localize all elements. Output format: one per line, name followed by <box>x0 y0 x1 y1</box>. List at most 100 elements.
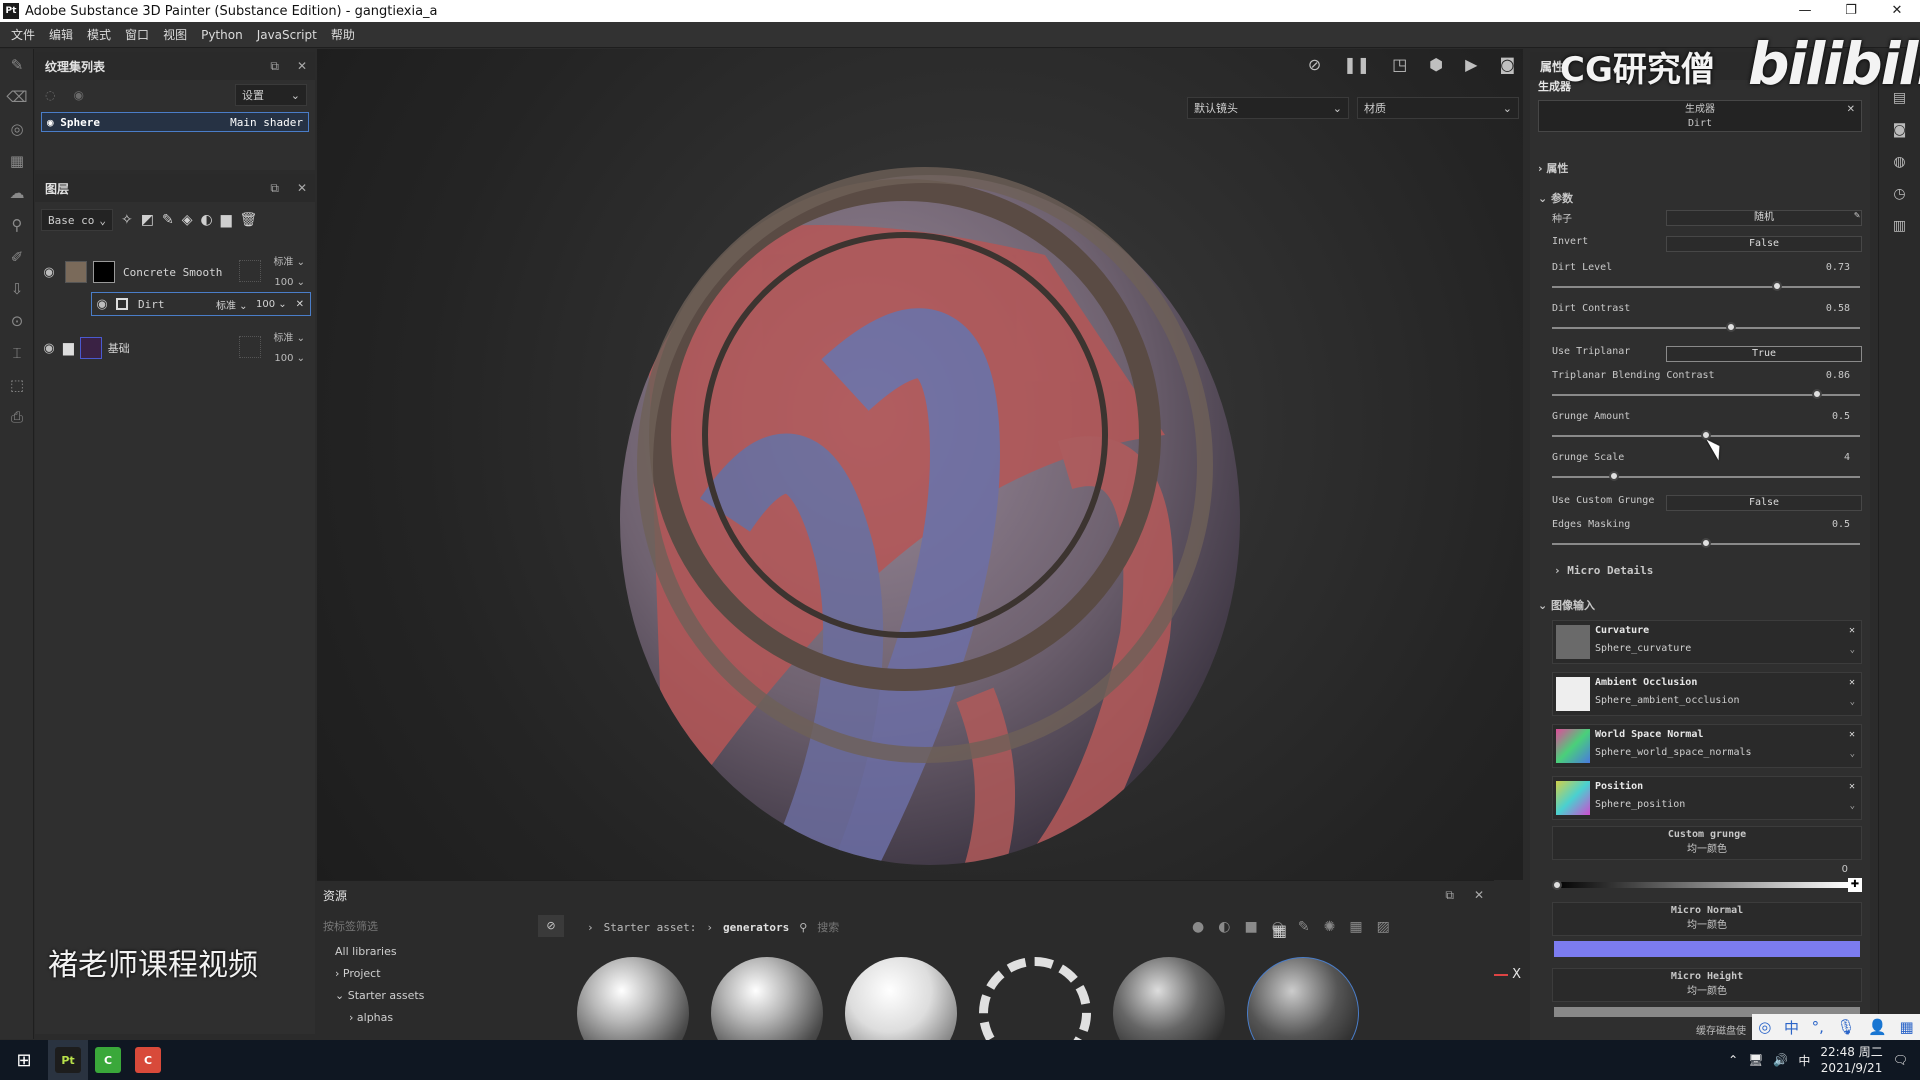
display-settings-icon[interactable]: ◙ <box>1879 114 1920 146</box>
taskbar-substance-painter[interactable]: Pt <box>48 1040 88 1080</box>
notification-icon[interactable]: 🗨 <box>1893 1053 1908 1067</box>
menu-file[interactable]: 文件 <box>11 26 35 43</box>
mask-filter-icon[interactable]: ■ <box>1244 919 1257 935</box>
invert-toggle[interactable]: False <box>1666 236 1862 252</box>
camera-dropdown[interactable]: 默认镜头 ⌄ <box>1187 97 1349 119</box>
close-icon[interactable]: ✕ <box>297 181 307 196</box>
add-paint-layer-icon[interactable]: ✎ <box>162 212 174 228</box>
network-icon[interactable]: 🖥 <box>1748 1053 1763 1067</box>
close-icon[interactable]: ✕ <box>1847 103 1855 117</box>
grid-view-icon[interactable]: ▦ <box>1272 921 1287 940</box>
eye-icon[interactable]: ◉ <box>92 297 112 312</box>
add-mask-icon[interactable]: ◩ <box>141 212 154 228</box>
gradient-handle[interactable] <box>1552 880 1562 890</box>
input-position[interactable]: Position Sphere_position ✕ ⌄ <box>1552 776 1862 820</box>
menu-window[interactable]: 窗口 <box>125 26 149 43</box>
layer-dirt[interactable]: ◉ Dirt 标准 ⌄ 100 ⌄ ✕ <box>91 292 311 316</box>
user-icon[interactable]: 👤 <box>1868 1018 1887 1036</box>
slider-track[interactable] <box>1552 476 1860 478</box>
param-value[interactable]: 0.73 <box>1826 262 1850 273</box>
history-icon[interactable]: ◷ <box>1879 178 1920 210</box>
menu-javascript[interactable]: JavaScript <box>257 28 317 42</box>
clock[interactable]: 22:48 周二 2021/9/21 <box>1820 1044 1882 1076</box>
param-value[interactable]: 0.5 <box>1832 519 1850 530</box>
library-alphas[interactable]: › alphas <box>317 1007 572 1029</box>
breadcrumb-generators[interactable]: generators <box>723 921 789 934</box>
chevron-down-icon[interactable]: ⌄ <box>1850 645 1855 655</box>
add-smart-material-icon[interactable]: ◐ <box>200 212 212 228</box>
color-picker-icon[interactable]: ✐ <box>0 241 34 273</box>
chevron-down-icon[interactable]: ⌄ <box>1850 749 1855 759</box>
custom-grunge-slot[interactable]: Custom grunge 均一颜色 <box>1552 826 1862 860</box>
smudge-icon[interactable]: ☁ <box>0 177 34 209</box>
eye-icon[interactable]: ◉ <box>47 116 60 129</box>
generator-selector[interactable]: 生成器 Dirt ✕ <box>1538 100 1862 132</box>
grid-icon[interactable]: ▦ <box>1899 1018 1913 1036</box>
pause-icon[interactable]: ❚❚ <box>1343 55 1370 74</box>
menu-mode[interactable]: 模式 <box>87 26 111 43</box>
microphone-icon[interactable]: 🎙 <box>1837 1018 1856 1036</box>
screenshot-icon[interactable]: ◙ <box>1499 55 1515 74</box>
projection-icon[interactable]: ◎ <box>0 113 34 145</box>
material-filter-icon[interactable]: ● <box>1192 919 1204 935</box>
hide-overlay-icon[interactable]: ⊘ <box>1308 55 1321 74</box>
param-value[interactable]: 0.5 <box>1832 411 1850 422</box>
environment-filter-icon[interactable]: ▨ <box>1377 919 1390 935</box>
delete-icon[interactable]: 🗑 <box>239 212 257 228</box>
measure-icon[interactable]: ⌶ <box>0 337 34 369</box>
cube-icon[interactable]: ⬢ <box>1429 55 1443 74</box>
breadcrumb-starter[interactable]: Starter asset: <box>604 921 697 934</box>
float-icon[interactable]: ⧉ <box>270 59 279 74</box>
minimize-button[interactable]: — <box>1782 0 1828 22</box>
section-params[interactable]: ⌄ 参数 <box>1530 190 1870 206</box>
section-attributes[interactable]: › 属性 <box>1530 160 1870 176</box>
search-icon[interactable]: ⚲ <box>799 921 807 934</box>
menu-help[interactable]: 帮助 <box>331 26 355 43</box>
ime-logo-icon[interactable]: ◎ <box>1758 1018 1771 1036</box>
bake-icon[interactable]: ⇩ <box>0 273 34 305</box>
add-effect-icon[interactable]: ✧ <box>121 212 133 228</box>
library-starter-assets[interactable]: ⌄ Starter assets <box>317 985 572 1007</box>
polygon-fill-icon[interactable]: ▦ <box>0 145 34 177</box>
slider-handle[interactable] <box>1771 281 1782 291</box>
opacity-value[interactable]: 100 ⌄ <box>274 272 305 294</box>
color-picker-icon[interactable]: ✚ <box>1848 878 1862 892</box>
float-icon[interactable]: ⧉ <box>270 181 279 196</box>
input-curvature[interactable]: Curvature Sphere_curvature ✕ ⌄ <box>1552 620 1862 664</box>
close-icon[interactable]: ✕ <box>1849 729 1855 740</box>
param-value[interactable]: 4 <box>1844 452 1850 463</box>
chevron-down-icon[interactable]: ⌄ <box>1850 697 1855 707</box>
close-icon[interactable]: ✕ <box>1849 677 1855 688</box>
taskbar-camtasia-red[interactable]: C <box>128 1040 168 1080</box>
maximize-button[interactable]: ❐ <box>1828 0 1874 22</box>
opacity-value[interactable]: 100 ⌄ <box>256 299 287 310</box>
material-dropdown[interactable]: 材质 ⌄ <box>1357 97 1519 119</box>
micro-height-slot[interactable]: Micro Height 均一颜色 <box>1552 968 1862 1002</box>
add-folder-icon[interactable]: ▆ <box>221 212 232 228</box>
micro-normal-slot[interactable]: Micro Normal 均一颜色 <box>1552 902 1862 936</box>
camera-video-icon[interactable]: ▶ <box>1465 55 1477 74</box>
micro-details-group[interactable]: › Micro Details <box>1530 564 1870 577</box>
close-icon[interactable]: ✕ <box>1849 781 1855 792</box>
texture-filter-icon[interactable]: ▦ <box>1349 919 1362 935</box>
opacity-value[interactable]: 100 ⌄ <box>274 348 305 370</box>
edit-pencil-icon[interactable]: ✎ <box>1854 210 1860 221</box>
blend-mode[interactable]: 标准 ⌄ <box>216 297 248 312</box>
punctuation-icon[interactable]: °, <box>1812 1018 1824 1036</box>
menu-edit[interactable]: 编辑 <box>49 26 73 43</box>
eye-icon[interactable]: ◉ <box>39 341 59 356</box>
volume-icon[interactable]: 🔊 <box>1773 1053 1788 1067</box>
close-icon[interactable]: ✕ <box>1474 888 1484 903</box>
chevron-down-icon[interactable]: ⌄ <box>1850 801 1855 811</box>
clone-icon[interactable]: ⚲ <box>0 209 34 241</box>
tag-filter[interactable]: 按标签筛选 ⊘ <box>317 915 572 937</box>
slider-handle[interactable] <box>1701 538 1711 548</box>
blend-mode[interactable]: 标准 ⌄ <box>273 328 305 350</box>
grayscale-gradient[interactable] <box>1554 882 1850 888</box>
layer-base-folder[interactable]: ◉ ▆ 基础 标准 ⌄ 100 ⌄ <box>35 330 315 366</box>
export-icon[interactable]: ⎙ <box>0 401 34 433</box>
float-icon[interactable]: ⧉ <box>1445 888 1454 903</box>
section-image-inputs[interactable]: ⌄ 图像输入 <box>1530 597 1870 613</box>
param-value[interactable]: 0.58 <box>1826 303 1850 314</box>
eraser-icon[interactable]: ⌫ <box>0 81 34 113</box>
